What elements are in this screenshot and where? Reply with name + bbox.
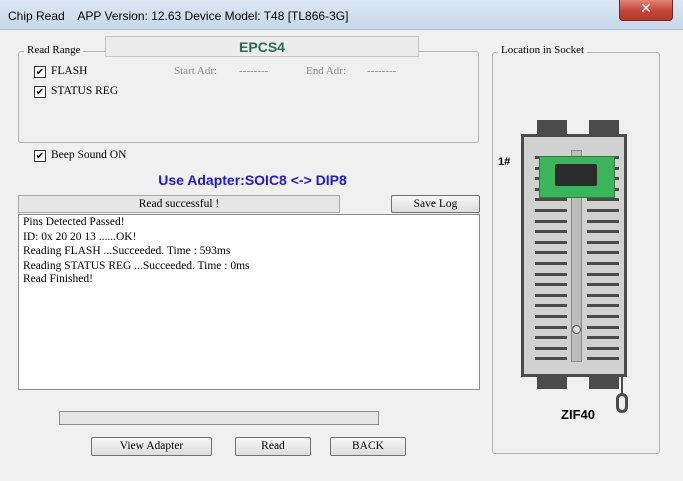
end-adr-field: --------: [367, 65, 397, 77]
socket-pin: [587, 283, 619, 287]
socket-pin: [535, 357, 567, 361]
save-log-button[interactable]: Save Log: [391, 195, 480, 213]
socket-pin: [587, 262, 619, 265]
chip-read-window: Chip Read APP Version: 12.63 Device Mode…: [0, 0, 683, 481]
window-title: Chip Read APP Version: 12.63 Device Mode…: [8, 9, 349, 23]
checkmark-icon: ✔: [35, 67, 45, 78]
socket-pin: [587, 230, 619, 234]
socket-pin: [535, 272, 567, 276]
status-message: Read successful !: [18, 195, 340, 213]
back-button[interactable]: BACK: [330, 437, 406, 456]
log-line: Pins Detected Passed!: [23, 216, 125, 228]
socket-pin: [587, 357, 619, 361]
log-output[interactable]: Pins Detected Passed! ID: 0x 20 20 13 ..…: [18, 214, 480, 390]
socket-pin: [535, 240, 567, 244]
beep-label[interactable]: Beep Sound ON: [51, 149, 126, 161]
socket-pin: [587, 346, 619, 350]
socket-pin: [535, 262, 567, 265]
close-button[interactable]: ✕: [619, 0, 673, 21]
end-adr-label: End Adr:: [306, 65, 347, 77]
status-reg-label[interactable]: STATUS REG: [51, 85, 118, 97]
chip-name-display: EPCS4: [105, 36, 419, 57]
log-line: Reading STATUS REG ...Succeeded. Time : …: [23, 260, 250, 272]
adapter-instruction: Use Adapter:SOIC8 <-> DIP8: [158, 172, 347, 188]
checkmark-icon: ✔: [35, 151, 45, 162]
socket-pin: [535, 325, 567, 329]
socket-pin: [587, 272, 619, 276]
socket-pin: [587, 293, 619, 297]
log-line: ID: 0x 20 20 13 ......OK!: [23, 231, 137, 243]
socket-pin: [587, 325, 619, 329]
start-adr-label: Start Adr:: [174, 65, 218, 77]
title-bar[interactable]: Chip Read APP Version: 12.63 Device Mode…: [0, 0, 683, 30]
socket-pin: [587, 315, 619, 318]
socket-pin: [535, 283, 567, 287]
socket-pin: [587, 198, 619, 202]
socket-pin: [535, 209, 567, 212]
socket-pin: [535, 293, 567, 297]
beep-checkbox[interactable]: ✔: [34, 150, 46, 162]
checkmark-icon: ✔: [35, 87, 45, 98]
socket-pin: [535, 315, 567, 318]
socket-model-label: ZIF40: [561, 407, 595, 422]
log-line: Read Finished!: [23, 273, 93, 285]
pin1-label: 1#: [498, 156, 511, 168]
status-reg-checkbox[interactable]: ✔: [34, 86, 46, 98]
socket-pin: [535, 230, 567, 234]
soic8-chip: [555, 164, 597, 186]
close-icon[interactable]: ✕: [640, 1, 652, 17]
socket-pin: [587, 304, 619, 308]
socket-pin: [587, 336, 619, 340]
socket-bottom-clip: [537, 375, 567, 389]
log-line: Reading FLASH ...Succeeded. Time : 593ms: [23, 245, 231, 257]
zif40-socket: [515, 120, 633, 390]
read-button[interactable]: Read: [235, 437, 311, 456]
socket-pin: [535, 336, 567, 340]
socket-legend: Location in Socket: [498, 44, 588, 56]
socket-pin: [535, 198, 567, 202]
socket-pin: [535, 251, 567, 255]
flash-label[interactable]: FLASH: [51, 65, 87, 77]
socket-pin: [587, 240, 619, 244]
flash-checkbox[interactable]: ✔: [34, 66, 46, 78]
socket-pin: [587, 209, 619, 212]
progress-bar: [59, 411, 379, 425]
read-range-legend: Read Range: [24, 44, 84, 56]
socket-rail-knob: [572, 325, 581, 334]
socket-pin: [587, 251, 619, 255]
start-adr-field: --------: [239, 65, 269, 77]
socket-pin: [587, 219, 619, 223]
socket-pin: [535, 346, 567, 350]
socket-bottom-clip: [589, 375, 619, 389]
socket-pin: [535, 219, 567, 223]
view-adapter-button[interactable]: View Adapter: [91, 437, 212, 456]
socket-pin: [535, 304, 567, 308]
